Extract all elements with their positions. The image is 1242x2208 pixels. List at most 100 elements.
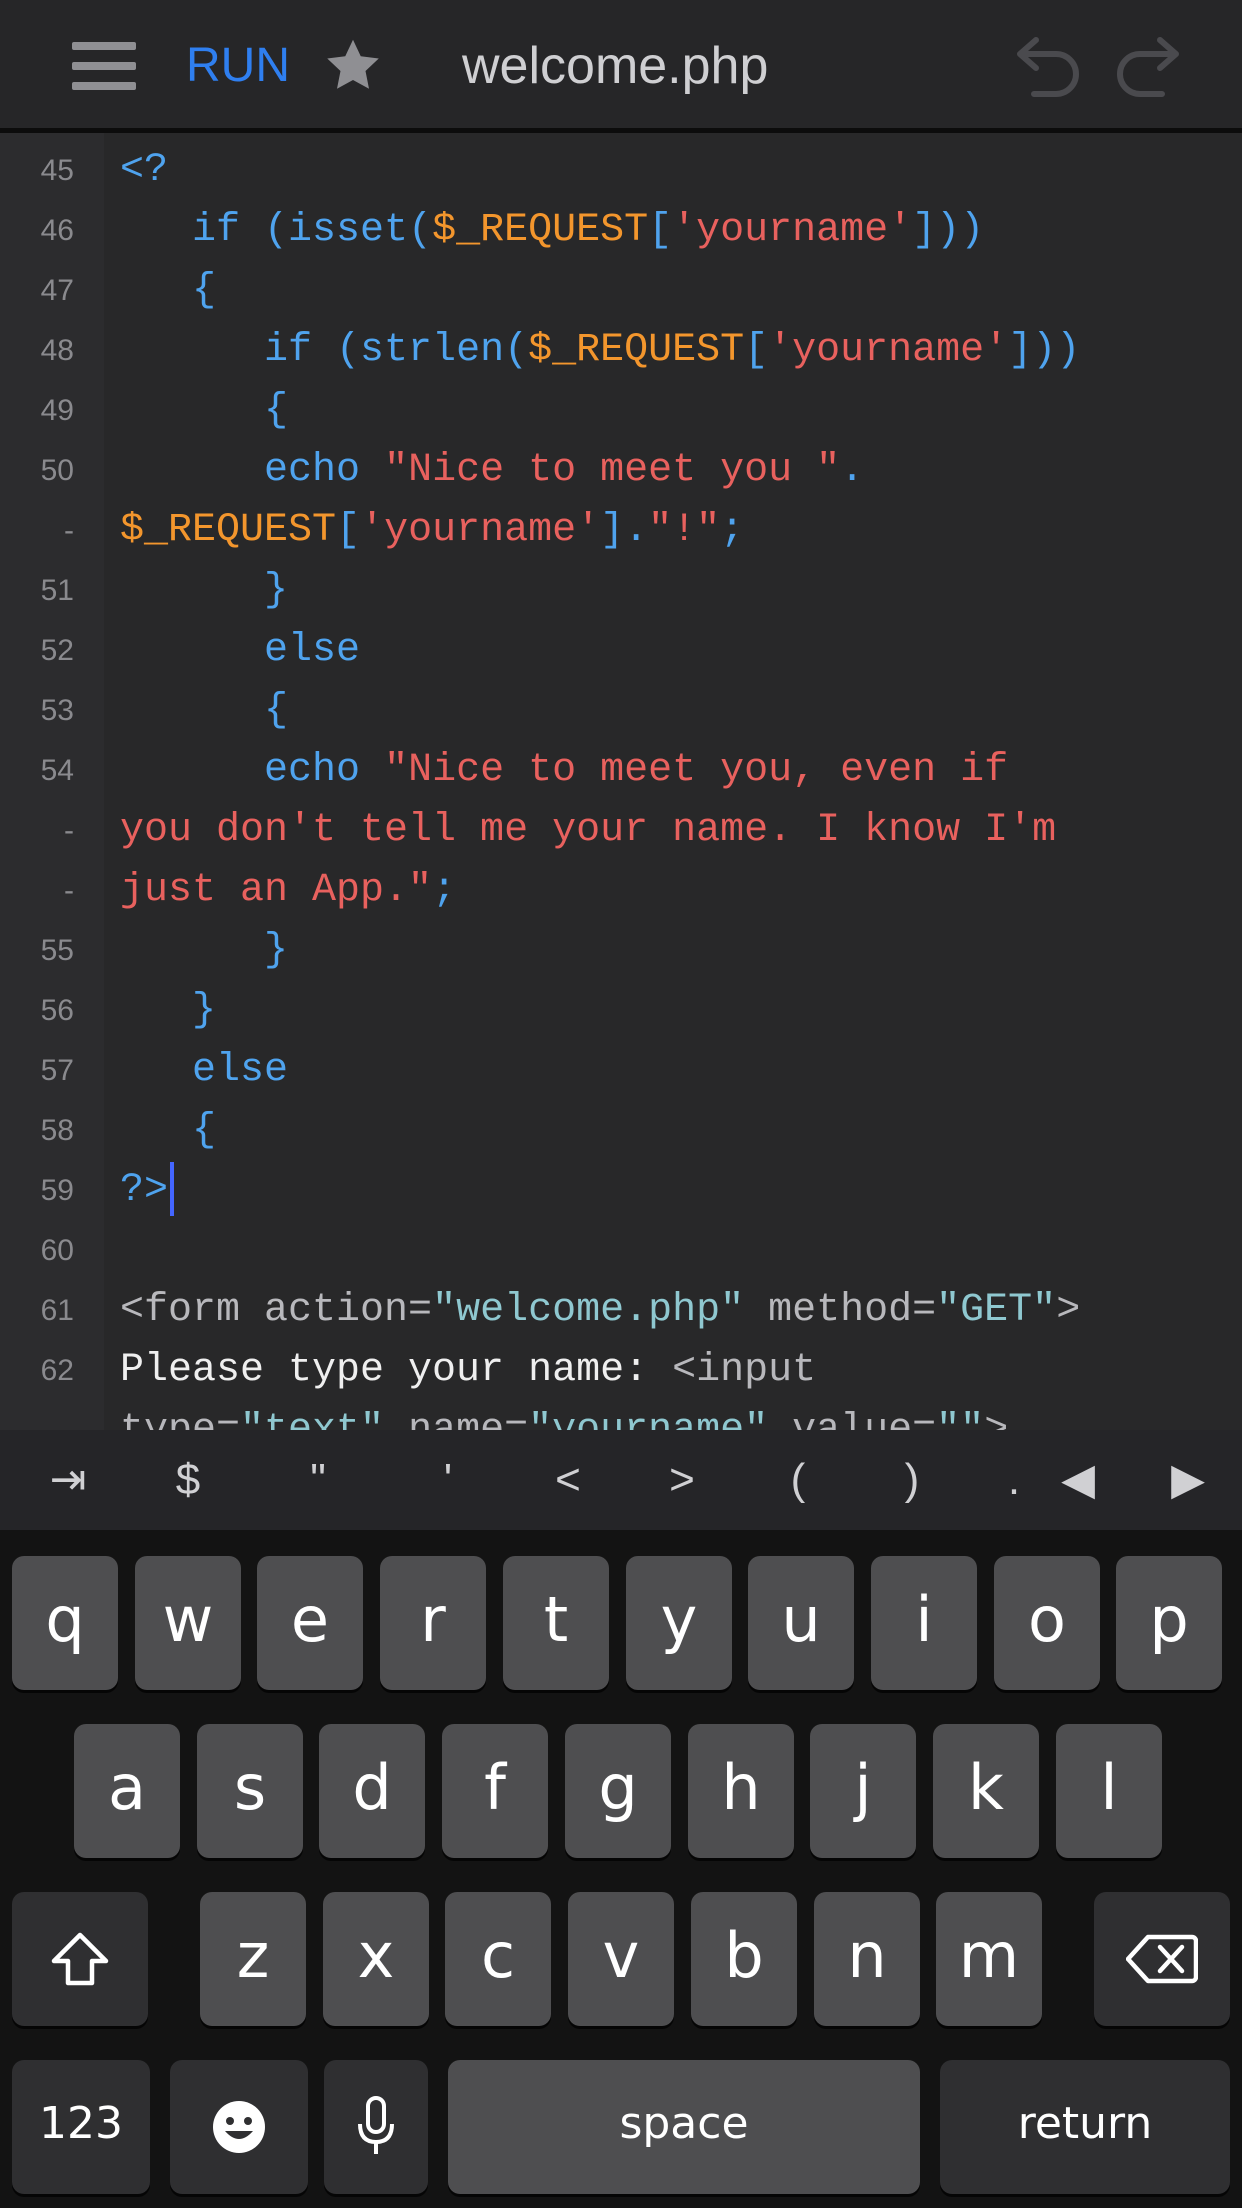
code-line[interactable]: <form action="welcome.php" method="GET">	[120, 1281, 1080, 1341]
key-c[interactable]: c	[445, 1892, 551, 2026]
shift-icon	[51, 1932, 109, 1986]
code-token: <input	[672, 1348, 817, 1393]
code-token: {	[192, 1108, 217, 1153]
key-t[interactable]: t	[503, 1556, 609, 1690]
key-f[interactable]: f	[442, 1724, 548, 1858]
code-token: if (isset(	[192, 208, 433, 253]
code-line[interactable]: if (strlen($_REQUEST['yourname']))	[120, 321, 1080, 381]
code-token: Please type your name:	[120, 1348, 673, 1393]
line-number: 48	[40, 334, 74, 367]
code-line[interactable]: }	[120, 921, 288, 981]
single-quote-key[interactable]: '	[420, 1448, 476, 1512]
shift-key[interactable]	[12, 1892, 148, 2026]
dollar-key[interactable]: $	[160, 1448, 216, 1512]
key-r[interactable]: r	[380, 1556, 486, 1690]
key-e[interactable]: e	[257, 1556, 363, 1690]
cursor-left-key[interactable]: ◀	[1050, 1448, 1106, 1512]
code-token: ]))	[912, 208, 985, 253]
backspace-key[interactable]	[1094, 1892, 1230, 2026]
space-key[interactable]: space	[448, 2060, 920, 2194]
code-token: {	[264, 688, 289, 733]
key-q[interactable]: q	[12, 1556, 118, 1690]
star-icon[interactable]	[322, 36, 384, 96]
code-line[interactable]: else	[120, 621, 360, 681]
code-line[interactable]: just an App.";	[120, 861, 456, 921]
code-line[interactable]: type="text" name="yourname" value="">	[120, 1401, 1008, 1430]
key-i[interactable]: i	[871, 1556, 977, 1690]
period-key[interactable]: .	[996, 1448, 1032, 1512]
return-key[interactable]: return	[940, 2060, 1230, 2194]
code-line[interactable]: ?>	[120, 1161, 175, 1221]
code-line[interactable]: you don't tell me your name. I know I'm	[120, 801, 1056, 861]
key-x[interactable]: x	[323, 1892, 429, 2026]
code-token: else	[264, 628, 361, 673]
text-cursor	[170, 1162, 175, 1217]
greater-than-key[interactable]: >	[654, 1448, 710, 1512]
close-paren-key[interactable]: )	[884, 1448, 940, 1512]
code-line[interactable]: echo "Nice to meet you ".	[120, 441, 864, 501]
tab-key[interactable]: ⇥	[40, 1448, 96, 1512]
key-u[interactable]: u	[748, 1556, 854, 1690]
code-line[interactable]: }	[120, 981, 216, 1041]
double-quote-key[interactable]: "	[290, 1448, 346, 1512]
code-token: >	[1056, 1288, 1081, 1333]
key-d[interactable]: d	[319, 1724, 425, 1858]
code-token: "text"	[240, 1408, 384, 1430]
keyboard-accessory-bar: ⇥ $ " ' < > ( ) . ◀ ▶	[0, 1430, 1242, 1530]
code-line[interactable]: <?	[120, 141, 168, 201]
code-line[interactable]: {	[120, 261, 216, 321]
microphone-key[interactable]	[324, 2060, 428, 2194]
code-line[interactable]: {	[120, 681, 288, 741]
key-a[interactable]: a	[74, 1724, 180, 1858]
key-o[interactable]: o	[994, 1556, 1100, 1690]
code-token: ;	[720, 508, 745, 553]
line-number: -	[64, 874, 74, 907]
code-token: <?	[120, 148, 169, 193]
emoji-icon	[213, 2101, 265, 2153]
key-l[interactable]: l	[1056, 1724, 1162, 1858]
key-p[interactable]: p	[1116, 1556, 1222, 1690]
line-number: 57	[40, 1054, 74, 1087]
code-token: >	[984, 1408, 1008, 1430]
key-v[interactable]: v	[568, 1892, 674, 2026]
code-token: $_REQUEST	[528, 328, 745, 373]
open-paren-key[interactable]: (	[770, 1448, 826, 1512]
key-h[interactable]: h	[688, 1724, 794, 1858]
code-line[interactable]: if (isset($_REQUEST['yourname']))	[120, 201, 984, 261]
code-editor[interactable]: 45 46 47 48 49 50 - 51 52 53 54 - - 55 56 57 58 59 60 61 62 -…	[0, 133, 1242, 1430]
key-s[interactable]: s	[197, 1724, 303, 1858]
code-token: <form action=	[120, 1288, 433, 1333]
key-k[interactable]: k	[933, 1724, 1039, 1858]
key-z[interactable]: z	[200, 1892, 306, 2026]
code-token: ?>	[120, 1168, 169, 1213]
code-token: ""	[936, 1408, 984, 1430]
key-b[interactable]: b	[691, 1892, 797, 2026]
key-m[interactable]: m	[936, 1892, 1042, 2026]
code-token: name=	[384, 1408, 528, 1430]
key-y[interactable]: y	[626, 1556, 732, 1690]
numbers-key[interactable]: 123	[12, 2060, 150, 2194]
cursor-right-key[interactable]: ▶	[1160, 1448, 1216, 1512]
key-j[interactable]: j	[810, 1724, 916, 1858]
code-line[interactable]: Please type your name: <input	[120, 1341, 816, 1401]
run-button[interactable]: RUN	[186, 36, 290, 96]
code-line[interactable]: echo "Nice to meet you, even if	[120, 741, 1008, 801]
code-line[interactable]: else	[120, 1041, 288, 1101]
code-line[interactable]: {	[120, 381, 288, 441]
line-number: 45	[40, 154, 74, 187]
undo-icon[interactable]	[1004, 32, 1084, 102]
line-number: 50	[40, 454, 74, 487]
code-line[interactable]: {	[120, 1101, 216, 1161]
key-n[interactable]: n	[814, 1892, 920, 2026]
emoji-key[interactable]	[170, 2060, 308, 2194]
menu-icon[interactable]	[72, 42, 136, 90]
key-w[interactable]: w	[135, 1556, 241, 1690]
redo-icon[interactable]	[1112, 32, 1192, 102]
code-line[interactable]: $_REQUEST['yourname']."!";	[120, 501, 744, 561]
code-line[interactable]: }	[120, 561, 288, 621]
key-g[interactable]: g	[565, 1724, 671, 1858]
less-than-key[interactable]: <	[540, 1448, 596, 1512]
